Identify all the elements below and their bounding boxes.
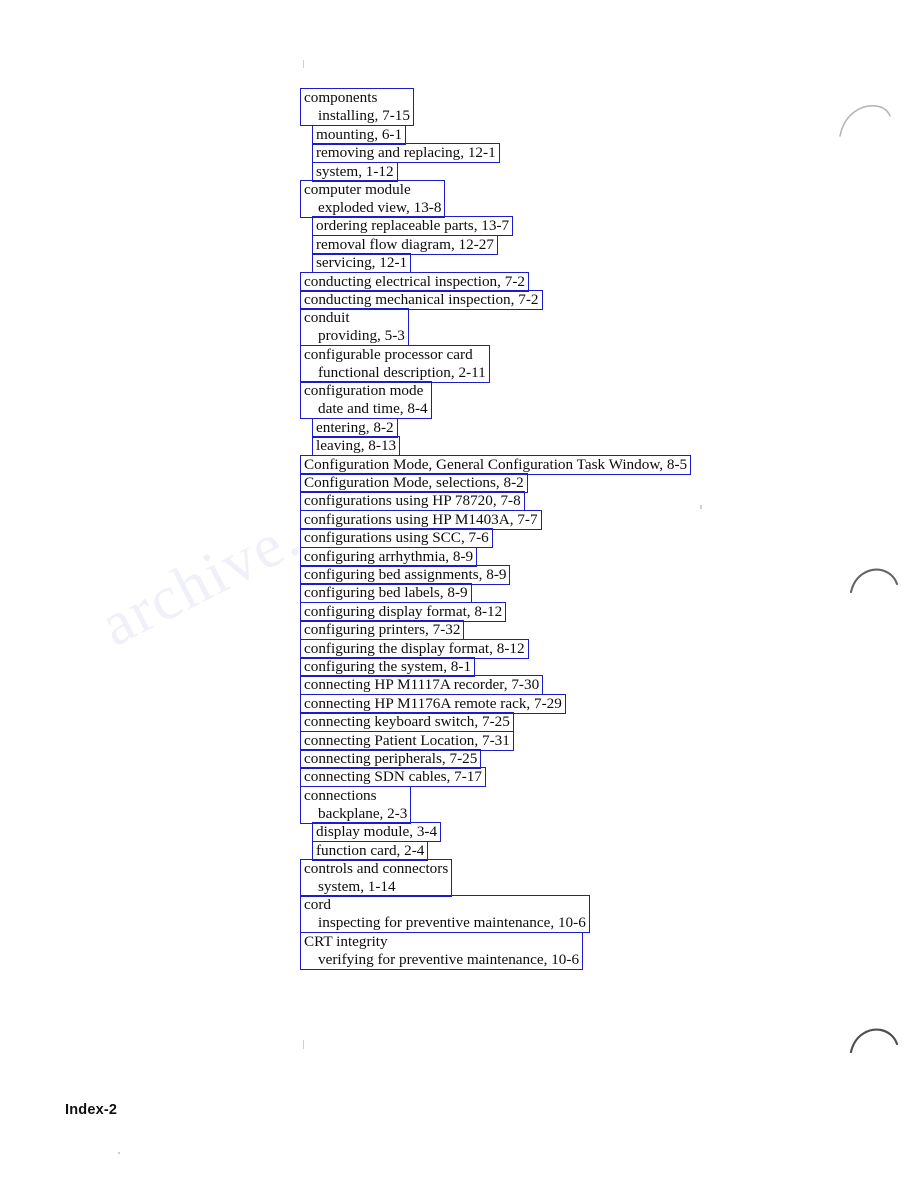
scanned-index-page: archive. components installing, 7-15 mount… bbox=[0, 0, 920, 1190]
index-entry-box[interactable]: entering, 8-2 bbox=[312, 417, 398, 438]
index-heading-line: connecting peripherals, 7-25 bbox=[304, 750, 478, 767]
index-entry-box[interactable]: Configuration Mode, General Configuratio… bbox=[300, 454, 692, 475]
index-heading-line: conducting mechanical inspection, 7-2 bbox=[304, 291, 539, 309]
index-entry-box[interactable]: configuring the display format, 8-12 bbox=[300, 638, 529, 659]
index-entry-box[interactable]: configuring bed labels, 8-9 bbox=[300, 583, 472, 604]
index-subentry-line: removal flow diagram, 12-27 bbox=[316, 235, 494, 253]
index-subentry-line: providing, 5-3 bbox=[318, 327, 405, 345]
index-heading-line: configuring bed labels, 8-9 bbox=[304, 584, 468, 602]
index-subentry-line: ordering replaceable parts, 13-7 bbox=[316, 217, 510, 235]
index-entry-box[interactable]: computer module exploded view, 13-8 bbox=[300, 180, 446, 219]
index-heading-line: connecting keyboard switch, 7-25 bbox=[304, 713, 510, 731]
index-entry-box[interactable]: system, 1-12 bbox=[312, 161, 398, 182]
scan-arc-artifact-middle bbox=[848, 566, 900, 596]
index-heading-line: configuring printers, 7-32 bbox=[304, 621, 461, 639]
index-subentry-line: date and time, 8-4 bbox=[318, 400, 428, 418]
index-entry-box[interactable]: connecting keyboard switch, 7-25 bbox=[300, 712, 514, 733]
index-subentry-line: mounting, 6-1 bbox=[316, 125, 403, 143]
index-heading-line: configurations using SCC, 7-6 bbox=[304, 529, 489, 547]
index-subentry-line: system, 1-14 bbox=[318, 878, 396, 896]
index-entry-box[interactable]: connecting peripherals, 7-25 bbox=[300, 749, 482, 769]
index-entry-box[interactable]: conduit providing, 5-3 bbox=[300, 308, 409, 347]
index-entry-box[interactable]: connecting HP M1117A recorder, 7-30 bbox=[300, 675, 544, 696]
index-entry-list: components installing, 7-15 mounting, 6-1 r… bbox=[300, 88, 770, 970]
index-entry-box[interactable]: CRT integrity verifying for preventive ma… bbox=[300, 931, 584, 970]
index-entry-box[interactable]: configuring printers, 7-32 bbox=[300, 620, 465, 641]
index-subentry-line: functional description, 2-11 bbox=[318, 363, 486, 381]
index-entry-box[interactable]: connecting SDN cables, 7-17 bbox=[300, 767, 486, 788]
index-heading-line: configuration mode bbox=[304, 382, 424, 400]
index-heading-line: configurable processor card bbox=[304, 345, 473, 363]
index-subentry-line: verifying for preventive maintenance, 10… bbox=[318, 950, 580, 968]
index-subentry-line: system, 1-12 bbox=[316, 162, 394, 180]
index-heading-line: conduit bbox=[304, 309, 350, 327]
index-heading-line: configuring display format, 8-12 bbox=[304, 602, 503, 620]
registration-tick-top bbox=[303, 60, 304, 68]
index-subentry-line: removing and replacing, 12-1 bbox=[316, 144, 496, 162]
index-subentry-line: function card, 2-4 bbox=[316, 841, 425, 859]
index-entry-box[interactable]: configurable processor card functional de… bbox=[300, 344, 490, 383]
index-entry-box[interactable]: components installing, 7-15 bbox=[300, 88, 414, 127]
index-heading-line: connecting HP M1117A recorder, 7-30 bbox=[304, 676, 540, 694]
index-entry-box[interactable]: configuring display format, 8-12 bbox=[300, 601, 507, 622]
index-heading-line: controls and connectors bbox=[304, 860, 449, 878]
index-heading-line: connections bbox=[304, 786, 377, 804]
index-entry-box[interactable]: mounting, 6-1 bbox=[312, 124, 407, 145]
index-subentry-line: servicing, 12-1 bbox=[316, 254, 408, 272]
scan-arc-artifact-bottom bbox=[848, 1026, 900, 1056]
index-entry-box[interactable]: removal flow diagram, 12-27 bbox=[312, 234, 498, 255]
index-subentry-line: installing, 7-15 bbox=[318, 107, 410, 125]
index-entry-box[interactable]: connecting Patient Location, 7-31 bbox=[300, 730, 514, 751]
index-entry-box[interactable]: servicing, 12-1 bbox=[312, 253, 412, 274]
registration-tick-left bbox=[303, 1040, 304, 1049]
index-heading-line: configuring bed assignments, 8-9 bbox=[304, 565, 507, 583]
index-entry-box[interactable]: connections backplane, 2-3 bbox=[300, 785, 412, 824]
index-entry-box[interactable]: ordering replaceable parts, 13-7 bbox=[312, 216, 514, 237]
index-heading-line: connecting SDN cables, 7-17 bbox=[304, 768, 482, 786]
index-heading-line: conducting electrical inspection, 7-2 bbox=[304, 272, 525, 290]
index-subentry-line: inspecting for preventive maintenance, 1… bbox=[318, 914, 586, 932]
index-entry-box[interactable]: conducting mechanical inspection, 7-2 bbox=[300, 290, 543, 311]
index-heading-line: computer module bbox=[304, 181, 411, 199]
index-entry-box[interactable]: configuring bed assignments, 8-9 bbox=[300, 564, 511, 585]
registration-dot-bottom bbox=[118, 1152, 120, 1154]
index-entry-box[interactable]: conducting electrical inspection, 7-2 bbox=[300, 271, 529, 292]
index-entry-box[interactable]: cord inspecting for preventive maintenanc… bbox=[300, 895, 590, 934]
index-subentry-line: exploded view, 13-8 bbox=[318, 199, 442, 217]
index-heading-line: cord bbox=[304, 896, 331, 914]
index-entry-box[interactable]: configurations using SCC, 7-6 bbox=[300, 528, 493, 549]
index-heading-line: configuring the display format, 8-12 bbox=[304, 639, 525, 657]
index-heading-line: Configuration Mode, General Configuratio… bbox=[304, 455, 688, 473]
index-entry-box[interactable]: leaving, 8-13 bbox=[312, 436, 401, 457]
index-subentry-line: display module, 3-4 bbox=[316, 823, 438, 841]
index-heading-line: CRT integrity bbox=[304, 932, 388, 950]
index-heading-line: configuring arrhythmia, 8-9 bbox=[304, 547, 474, 565]
index-heading-line: Configuration Mode, selections, 8-2 bbox=[304, 473, 524, 491]
index-entry-box[interactable]: display module, 3-4 bbox=[312, 822, 442, 843]
index-heading-line: configuring the system, 8-1 bbox=[304, 657, 472, 675]
index-entry-box[interactable]: connecting HP M1176A remote rack, 7-29 bbox=[300, 693, 566, 714]
index-entry-box[interactable]: configuring arrhythmia, 8-9 bbox=[300, 546, 478, 567]
index-entry-box[interactable]: Configuration Mode, selections, 8-2 bbox=[300, 472, 528, 493]
index-entry-box[interactable]: configurations using HP 78720, 7-8 bbox=[300, 491, 525, 512]
scan-arc-artifact-top bbox=[836, 100, 892, 140]
index-heading-line: configurations using HP M1403A, 7-7 bbox=[304, 510, 538, 528]
index-subentry-line: entering, 8-2 bbox=[316, 418, 394, 436]
index-entry-box[interactable]: configurations using HP M1403A, 7-7 bbox=[300, 509, 542, 530]
index-entry-box[interactable]: removing and replacing, 12-1 bbox=[312, 143, 500, 164]
index-heading-line: connecting HP M1176A remote rack, 7-29 bbox=[304, 694, 562, 712]
index-heading-line: configurations using HP 78720, 7-8 bbox=[304, 492, 521, 510]
index-entry-box[interactable]: controls and connectors system, 1-14 bbox=[300, 859, 453, 898]
index-entry-box[interactable]: function card, 2-4 bbox=[312, 840, 429, 861]
index-subentry-line: leaving, 8-13 bbox=[316, 437, 397, 455]
page-number-footer: Index-2 bbox=[65, 1102, 118, 1118]
index-entry-box[interactable]: configuration mode date and time, 8-4 bbox=[300, 381, 432, 420]
index-heading-line: connecting Patient Location, 7-31 bbox=[304, 731, 510, 749]
index-heading-line: components bbox=[304, 89, 378, 107]
index-subentry-line: backplane, 2-3 bbox=[318, 804, 408, 822]
index-entry-box[interactable]: configuring the system, 8-1 bbox=[300, 656, 476, 677]
